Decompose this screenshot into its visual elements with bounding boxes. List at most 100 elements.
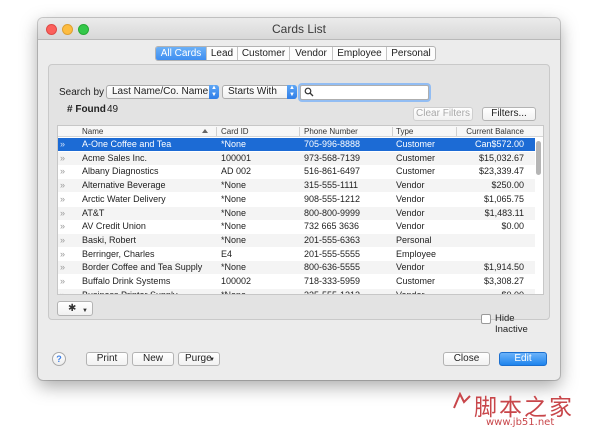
table-row[interactable]: » Business Printer Supply *None 335-555-121… — [58, 288, 535, 295]
cell-name: Albany Diagnostics — [82, 166, 159, 177]
tab-personal[interactable]: Personal — [387, 47, 435, 60]
clear-filters-button[interactable]: Clear Filters — [413, 107, 473, 121]
action-menu-button[interactable]: ✱ ▼ — [57, 301, 93, 316]
row-expand-icon: » — [60, 262, 66, 273]
cell-card-id: 100002 — [221, 276, 252, 286]
column-name[interactable]: Name — [82, 126, 103, 137]
cell-card-id: E4 — [221, 248, 233, 259]
row-expand-icon: » — [60, 276, 66, 286]
cell-phone: 908-555-1212 — [304, 193, 361, 204]
cell-phone: 315-555-1111 — [304, 180, 359, 191]
column-type[interactable]: Type — [396, 126, 413, 137]
close-button[interactable]: Close — [443, 352, 490, 366]
watermark: 脚本之家 www.jb51.net — [474, 388, 594, 434]
row-expand-icon: » — [60, 166, 66, 177]
column-balance[interactable]: Current Balance — [460, 126, 524, 137]
tab-employee[interactable]: Employee — [333, 47, 387, 60]
watermark-url: www.jb51.net — [486, 417, 555, 428]
watermark-logo-icon — [453, 392, 471, 409]
search-by-label: Search by — [59, 87, 105, 98]
table-row[interactable]: » Buffalo Drink Systems 100002 718-333-5959… — [58, 275, 535, 288]
table-row[interactable]: » Border Coffee and Tea Supply *None 800-63… — [58, 261, 535, 275]
cell-type: Customer — [396, 166, 436, 177]
purge-button[interactable]: Purge ▼ — [178, 352, 220, 366]
tab-lead[interactable]: Lead — [207, 47, 238, 60]
cell-name: Arctic Water Delivery — [82, 193, 166, 204]
cell-phone: 718-333-5959 — [304, 276, 361, 286]
search-input[interactable] — [315, 86, 427, 99]
cell-phone: 201-555-6363 — [304, 234, 361, 245]
cell-card-id: *None — [221, 221, 247, 232]
cell-name: AT&T — [82, 207, 105, 218]
cell-balance: $15,032.67 — [478, 152, 524, 163]
cell-name: Acme Sales Inc. — [82, 152, 148, 163]
cell-type: Employee — [396, 248, 437, 259]
card-type-tabs: All Cards Lead Customer Vendor Employee … — [155, 46, 436, 61]
cards-table: Name Card ID Phone Number Type Current B… — [57, 125, 544, 295]
scrollbar-thumb[interactable] — [536, 141, 541, 175]
cell-card-id: *None — [221, 289, 247, 295]
cell-balance — [460, 248, 524, 261]
column-phone[interactable]: Phone Number — [304, 126, 358, 137]
edit-button[interactable]: Edit — [499, 352, 547, 366]
window-title: Cards List — [271, 22, 327, 36]
tab-all-cards[interactable]: All Cards — [156, 47, 207, 60]
search-icon — [304, 87, 314, 97]
purge-label: Purge — [185, 353, 212, 364]
table-row[interactable]: » Baski, Robert *None 201-555-6363 Personal — [58, 233, 535, 247]
cell-phone: 973-568-7139 — [304, 152, 361, 163]
new-button[interactable]: New — [132, 352, 174, 366]
table-row[interactable]: » AT&T *None 800-800-9999 Vendor $1,483.11 — [58, 206, 535, 220]
row-expand-icon: » — [60, 193, 66, 204]
cell-type: Customer — [396, 139, 436, 149]
cell-type: Vendor — [396, 262, 425, 273]
table-row[interactable]: » Acme Sales Inc. 100001 973-568-7139 Custom… — [58, 151, 535, 165]
column-card-id[interactable]: Card ID — [221, 126, 249, 137]
cell-card-id: *None — [221, 180, 247, 191]
cell-phone: 201-555-5555 — [304, 248, 361, 259]
cell-type: Vendor — [396, 193, 425, 204]
cell-phone: 705-996-8888 — [304, 139, 361, 149]
tab-vendor[interactable]: Vendor — [290, 47, 333, 60]
vertical-scrollbar[interactable] — [535, 139, 542, 294]
print-button[interactable]: Print — [86, 352, 128, 366]
cell-balance — [460, 234, 524, 247]
cell-phone: 516-861-6497 — [304, 166, 361, 177]
cell-card-id: AD 002 — [221, 166, 252, 177]
sort-ascending-icon — [202, 129, 208, 133]
cell-name: A-One Coffee and Tea — [82, 139, 172, 149]
search-field[interactable] — [300, 85, 429, 100]
hide-inactive-checkbox[interactable] — [481, 314, 491, 324]
cell-balance: $1,065.75 — [483, 193, 524, 204]
cell-phone: 732 665 3636 — [304, 221, 360, 232]
search-field-value: Last Name/Co. Name — [112, 86, 209, 97]
cell-name: Border Coffee and Tea Supply — [82, 262, 203, 273]
column-divider — [216, 127, 217, 136]
cell-balance: $1,914.50 — [483, 262, 524, 273]
cell-phone: 800-800-9999 — [304, 207, 361, 218]
table-row[interactable]: » Arctic Water Delivery *None 908-555-1212 V… — [58, 193, 535, 206]
row-expand-icon: » — [60, 207, 66, 218]
cell-name: Alternative Beverage — [82, 180, 166, 191]
filters-button[interactable]: Filters... — [482, 107, 536, 121]
cell-name: Buffalo Drink Systems — [82, 276, 171, 286]
search-mode-popup[interactable]: Starts With ▲ ▼ — [222, 85, 297, 99]
cell-name: Baski, Robert — [82, 234, 137, 245]
table-row[interactable]: » Alternative Beverage *None 315-555-1111 Ve… — [58, 179, 535, 193]
tab-customer[interactable]: Customer — [238, 47, 290, 60]
cell-phone: 335-555-1212 — [304, 289, 361, 295]
table-row[interactable]: » Berringer, Charles E4 201-555-5555 Employe… — [58, 248, 535, 261]
table-row[interactable]: » AV Credit Union *None 732 665 3636 Vendor $… — [58, 220, 535, 233]
search-mode-value: Starts With — [228, 86, 277, 97]
row-expand-icon: » — [60, 289, 66, 295]
table-row[interactable]: » Albany Diagnostics AD 002 516-861-6497 Cus… — [58, 165, 535, 178]
cell-phone: 800-636-5555 — [304, 262, 361, 273]
column-divider — [456, 127, 457, 136]
cell-card-id: *None — [221, 207, 247, 218]
search-field-popup[interactable]: Last Name/Co. Name ▲ ▼ — [106, 85, 219, 99]
cell-type: Personal — [396, 234, 432, 245]
help-button[interactable]: ? — [52, 352, 66, 366]
popup-arrows-icon: ▲ ▼ — [209, 85, 219, 99]
table-row[interactable]: » A-One Coffee and Tea *None 705-996-8888 Cu… — [58, 138, 535, 151]
row-expand-icon: » — [60, 248, 66, 259]
